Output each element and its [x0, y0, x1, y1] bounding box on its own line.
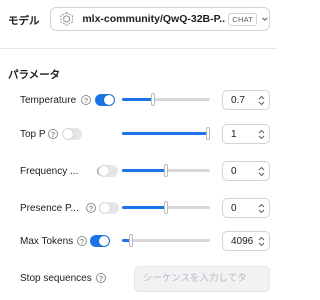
parameters-section-title: パラメータ — [8, 69, 61, 81]
param-toggle[interactable] — [95, 94, 115, 106]
param-label: Frequency ... — [20, 166, 79, 177]
param-value-field[interactable]: 0.7 — [222, 90, 270, 110]
param-value: 0 — [231, 166, 237, 177]
param-value-field[interactable]: 0 — [222, 198, 270, 218]
param-toggle[interactable] — [62, 128, 82, 140]
stepper-icon[interactable] — [258, 203, 265, 214]
param-toggle[interactable] — [99, 202, 119, 214]
param-row-max-tokens: Max Tokens ? 4096 — [0, 231, 277, 255]
param-slider[interactable] — [122, 93, 210, 106]
help-icon[interactable]: ? — [48, 129, 58, 139]
param-value: 1 — [231, 129, 237, 140]
param-row-top-p: Top P ? 1 — [0, 124, 277, 148]
stop-sequences-input[interactable] — [141, 272, 273, 285]
help-icon[interactable]: ? — [96, 273, 106, 283]
help-icon[interactable]: ? — [86, 203, 96, 213]
model-label: モデル — [8, 15, 40, 27]
param-label: Temperature — [20, 95, 77, 106]
param-value: 0 — [231, 203, 237, 214]
chat-badge: CHAT — [228, 12, 258, 26]
param-toggle[interactable] — [90, 235, 110, 247]
stepper-icon[interactable] — [258, 129, 265, 140]
stepper-icon[interactable] — [258, 95, 265, 106]
param-slider[interactable] — [122, 127, 210, 140]
stepper-icon[interactable] — [258, 166, 265, 177]
param-label: Presence P... — [20, 203, 79, 214]
chevron-down-icon — [262, 17, 268, 21]
param-row-temperature: Temperature ? 0.7 — [0, 90, 277, 114]
section-divider — [0, 48, 277, 49]
param-toggle[interactable] — [98, 165, 118, 177]
param-slider[interactable] — [122, 201, 210, 214]
param-label: Stop sequences — [20, 273, 92, 284]
param-label: Max Tokens — [20, 236, 74, 247]
param-value: 0.7 — [231, 95, 245, 106]
help-icon[interactable]: ? — [77, 236, 87, 246]
param-row-frequency-penalty: Frequency ... ? 0 — [0, 161, 277, 185]
model-settings-panel: モデル mlx-community/QwQ-32B-P... CHAT パラメー… — [0, 0, 277, 300]
stepper-icon[interactable] — [258, 236, 265, 247]
param-value-field[interactable]: 0 — [222, 161, 270, 181]
param-label: Top P — [20, 129, 46, 140]
param-slider[interactable] — [122, 164, 210, 177]
param-slider[interactable] — [122, 234, 210, 247]
param-value: 4096 — [231, 236, 254, 247]
stop-sequences-field[interactable] — [134, 266, 273, 292]
param-row-presence-penalty: Presence P... ? 0 — [0, 198, 277, 222]
model-select-dropdown[interactable]: mlx-community/QwQ-32B-P... CHAT — [50, 7, 270, 31]
selected-model-name: mlx-community/QwQ-32B-P... — [82, 13, 227, 25]
help-icon[interactable]: ? — [81, 95, 91, 105]
param-value-field[interactable]: 4096 — [222, 231, 270, 251]
param-value-field[interactable]: 1 — [222, 124, 270, 144]
cube-icon — [60, 12, 73, 26]
